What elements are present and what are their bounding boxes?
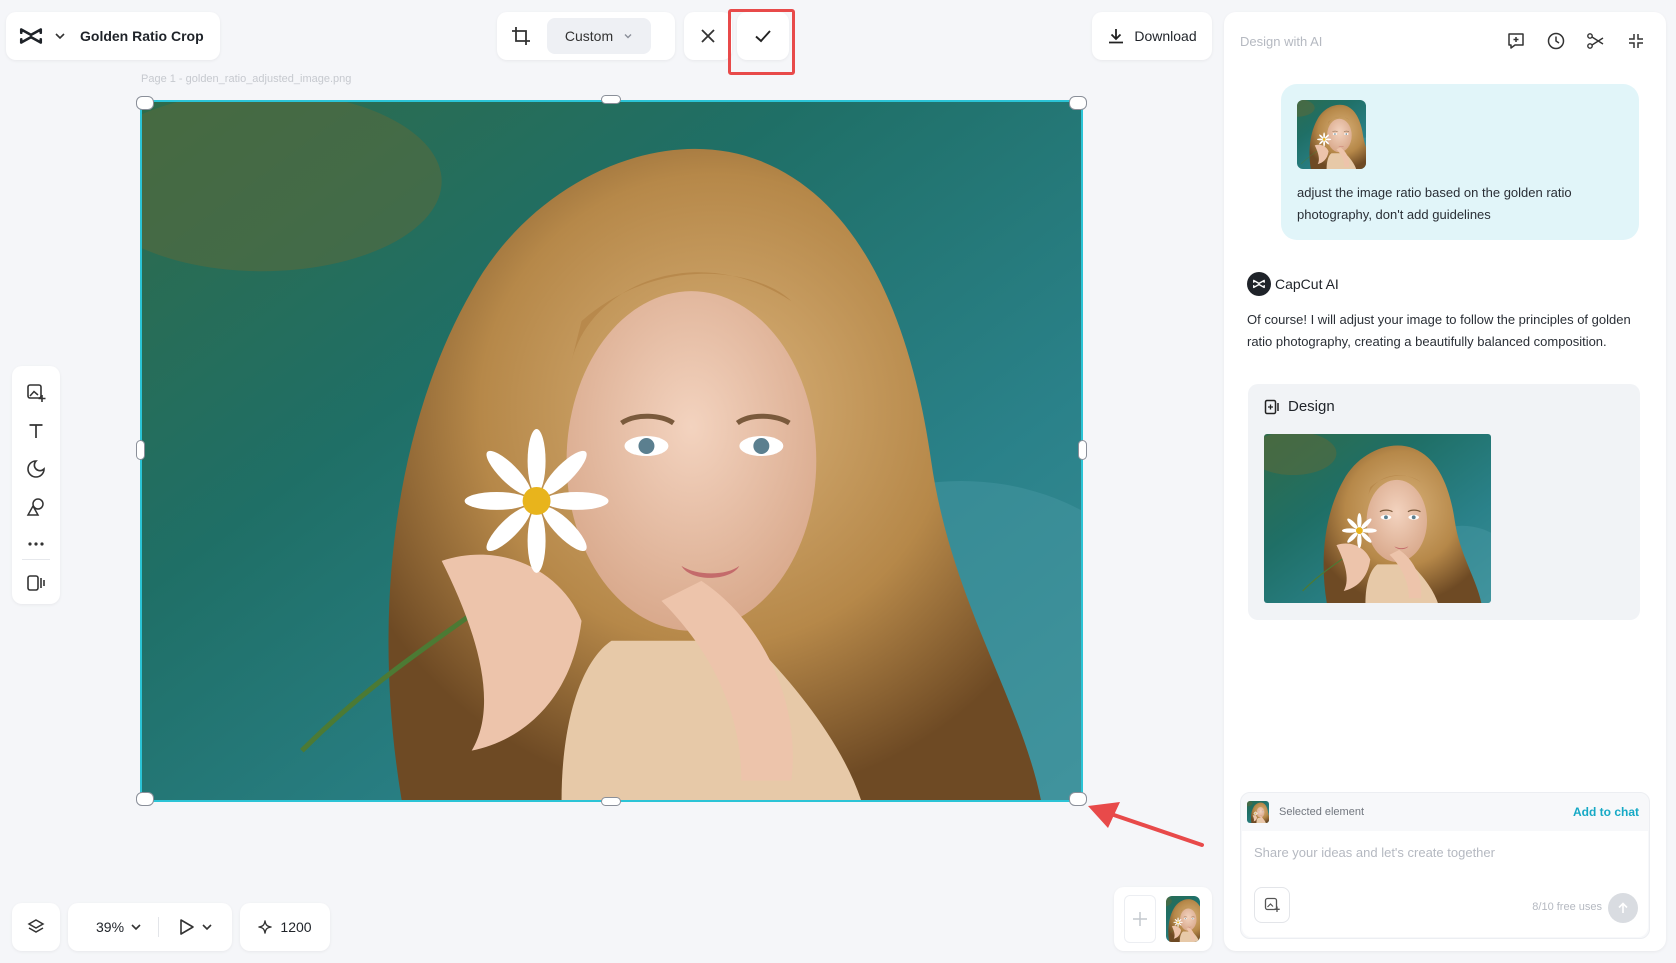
layers-icon <box>27 918 45 936</box>
prompt-input[interactable] <box>1254 845 1634 860</box>
crop-handle-top-left[interactable] <box>136 96 154 110</box>
credits-count: 1200 <box>280 919 312 935</box>
download-label: Download <box>1134 28 1197 44</box>
crop-handle-bottom-right[interactable] <box>1069 792 1087 806</box>
capcut-logo-icon <box>18 23 44 49</box>
capcut-ai-avatar-icon <box>1247 272 1271 296</box>
layers-button[interactable] <box>12 903 60 951</box>
selected-element-label: Selected element <box>1279 806 1364 818</box>
crop-handle-top-right[interactable] <box>1069 96 1087 110</box>
page-thumbnail[interactable] <box>1166 896 1200 942</box>
credits-button[interactable]: 1200 <box>240 903 330 951</box>
zoom-level[interactable]: 39% <box>96 919 124 935</box>
project-title[interactable]: Golden Ratio Crop <box>80 28 204 44</box>
separator <box>158 917 160 937</box>
free-uses-counter: 8/10 free uses <box>1532 901 1602 913</box>
design-icon <box>1264 399 1280 415</box>
text-icon[interactable] <box>24 419 48 443</box>
canvas-image-selection[interactable] <box>140 100 1083 802</box>
toolbar-divider <box>22 559 50 560</box>
confirm-highlight-annotation <box>728 9 795 75</box>
crop-ratio-select[interactable]: Custom <box>547 18 651 54</box>
sticker-icon[interactable] <box>24 457 48 481</box>
shapes-icon[interactable] <box>24 495 48 519</box>
chevron-down-icon <box>623 31 633 41</box>
zoom-controls: 39% <box>68 903 232 951</box>
ai-panel-header: Design with AI <box>1240 28 1650 54</box>
more-icon[interactable] <box>24 532 48 556</box>
crop-handle-right[interactable] <box>1078 440 1087 460</box>
chevron-down-icon[interactable] <box>54 30 66 42</box>
crop-handle-bottom[interactable] <box>601 797 621 806</box>
chat-composer: Selected element Add to chat 8/10 free u… <box>1240 792 1650 939</box>
crop-icon[interactable] <box>511 26 531 46</box>
ai-sender: CapCut AI <box>1247 272 1339 296</box>
download-button[interactable]: Download <box>1092 12 1212 60</box>
selected-element-thumbnail <box>1247 801 1269 823</box>
design-result-image[interactable] <box>1264 434 1491 603</box>
user-message-text: adjust the image ratio based on the gold… <box>1297 185 1572 222</box>
ai-panel-title: Design with AI <box>1240 33 1323 49</box>
close-icon <box>699 27 717 45</box>
sparkle-icon <box>258 920 273 934</box>
ai-panel: Design with AI adjust the image ratio ba… <box>1224 12 1666 951</box>
history-icon[interactable] <box>1546 31 1566 51</box>
chevron-down-icon[interactable] <box>130 921 142 933</box>
share-icon[interactable] <box>1586 31 1606 51</box>
download-icon <box>1107 27 1125 45</box>
arrow-up-icon <box>1617 902 1629 914</box>
crop-toolbar: Custom <box>497 12 675 60</box>
crop-handle-left[interactable] <box>136 440 145 460</box>
collapse-icon[interactable] <box>1626 31 1646 51</box>
design-card-header: Design <box>1264 398 1335 415</box>
add-image-icon[interactable] <box>24 381 48 405</box>
project-menu[interactable]: Golden Ratio Crop <box>6 12 220 60</box>
crop-handle-bottom-left[interactable] <box>136 792 154 806</box>
chevron-down-icon[interactable] <box>201 921 213 933</box>
user-message-bubble: adjust the image ratio based on the gold… <box>1281 84 1639 240</box>
cancel-crop-button[interactable] <box>684 12 732 60</box>
crop-ratio-label: Custom <box>564 28 614 44</box>
add-to-chat-link[interactable]: Add to chat <box>1573 805 1639 819</box>
new-chat-icon[interactable] <box>1506 31 1526 51</box>
selected-element-row: Selected element Add to chat <box>1247 801 1639 823</box>
add-page-button[interactable] <box>1124 895 1156 943</box>
pages-strip <box>1114 887 1212 951</box>
crop-handle-top[interactable] <box>601 95 621 104</box>
image-upload-icon <box>1264 897 1280 913</box>
design-result-card: Design <box>1248 384 1640 620</box>
user-attached-image[interactable] <box>1297 100 1366 169</box>
ai-sender-name: CapCut AI <box>1275 276 1339 292</box>
ai-reply-text: Of course! I will adjust your image to f… <box>1247 312 1631 349</box>
send-button[interactable] <box>1608 893 1638 923</box>
page-label: Page 1 - golden_ratio_adjusted_image.png <box>141 73 352 85</box>
pointer-icon[interactable] <box>179 918 195 936</box>
collapse-panel-icon[interactable] <box>24 571 48 595</box>
left-toolbar <box>12 366 60 604</box>
composer-body: 8/10 free uses <box>1242 831 1648 937</box>
portrait-image <box>142 102 1081 800</box>
plus-icon <box>1131 910 1149 928</box>
red-arrow-annotation <box>1088 802 1204 847</box>
design-card-title: Design <box>1288 398 1335 415</box>
upload-image-button[interactable] <box>1254 887 1290 923</box>
